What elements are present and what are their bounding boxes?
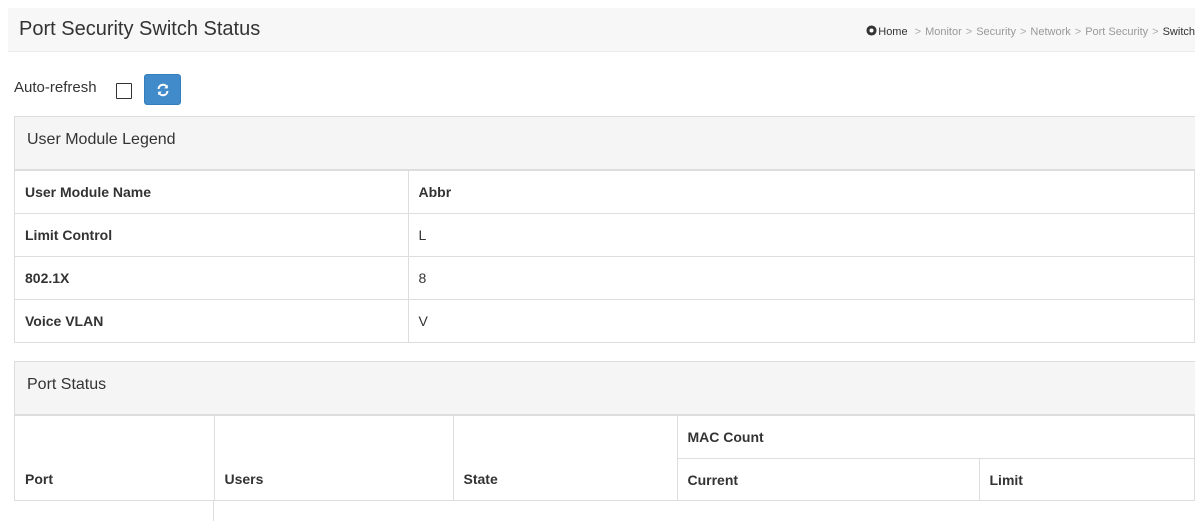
breadcrumb-separator: > [1152, 26, 1159, 38]
column-header-mac-count: MAC Count [677, 415, 1195, 459]
breadcrumb-item-monitor[interactable]: Monitor [925, 26, 962, 38]
port-cell [15, 501, 214, 521]
breadcrumb-item-port-security[interactable]: Port Security [1085, 26, 1148, 38]
column-header-port: Port [15, 415, 215, 501]
breadcrumb-item-network[interactable]: Network [1030, 26, 1070, 38]
abbr-cell: V [408, 299, 1195, 343]
column-header-module-name: User Module Name [15, 170, 409, 214]
module-name-cell: 802.1X [15, 256, 409, 300]
table-header-row: User Module Name Abbr [15, 170, 1195, 214]
refresh-icon [157, 83, 168, 96]
breadcrumb: Home > Monitor > Security > Network > Port Secu… [866, 25, 1195, 38]
breadcrumb-separator: > [965, 26, 973, 38]
breadcrumb-home[interactable]: Home [866, 25, 910, 38]
column-header-current: Current [677, 458, 980, 501]
panel-heading-legend: User Module Legend [15, 117, 1195, 170]
refresh-button[interactable] [144, 74, 181, 105]
page-title: Port Security Switch Status [19, 18, 261, 40]
table-header-row: Port Users State MAC Count [15, 415, 1195, 501]
port-status-panel: Port Status Port Users State MAC Count C… [14, 361, 1195, 521]
abbr-cell: 8 [408, 256, 1195, 300]
auto-refresh-label: Auto-refresh [14, 79, 97, 96]
auto-refresh-checkbox[interactable] [116, 83, 132, 99]
table-row: Voice VLAN V [15, 299, 1195, 343]
breadcrumb-item-switch: Switch [1162, 26, 1195, 38]
breadcrumb-item-security[interactable]: Security [976, 26, 1016, 38]
abbr-cell: L [408, 213, 1195, 257]
page-header: Port Security Switch Status Home > Monito… [8, 8, 1195, 52]
legend-table: User Module Name Abbr Limit Control L 80… [15, 170, 1195, 343]
table-row: 802.1X 8 [15, 256, 1195, 300]
breadcrumb-separator: > [1074, 26, 1082, 38]
column-header-users: Users [214, 415, 454, 501]
column-header-state: State [453, 415, 678, 501]
user-module-legend-panel: User Module Legend User Module Name Abbr… [14, 116, 1195, 343]
table-row: Limit Control L [15, 213, 1195, 257]
module-name-cell: Limit Control [15, 213, 409, 257]
module-name-cell: Voice VLAN [15, 299, 409, 343]
port-status-table: Port Users State MAC Count Current Limit [15, 415, 1195, 501]
panel-heading-port-status: Port Status [15, 362, 1195, 415]
breadcrumb-separator: > [914, 26, 922, 38]
column-header-limit: Limit [979, 458, 1195, 501]
home-icon [866, 25, 877, 36]
breadcrumb-separator: > [1019, 26, 1027, 38]
column-header-abbr: Abbr [408, 170, 1195, 214]
